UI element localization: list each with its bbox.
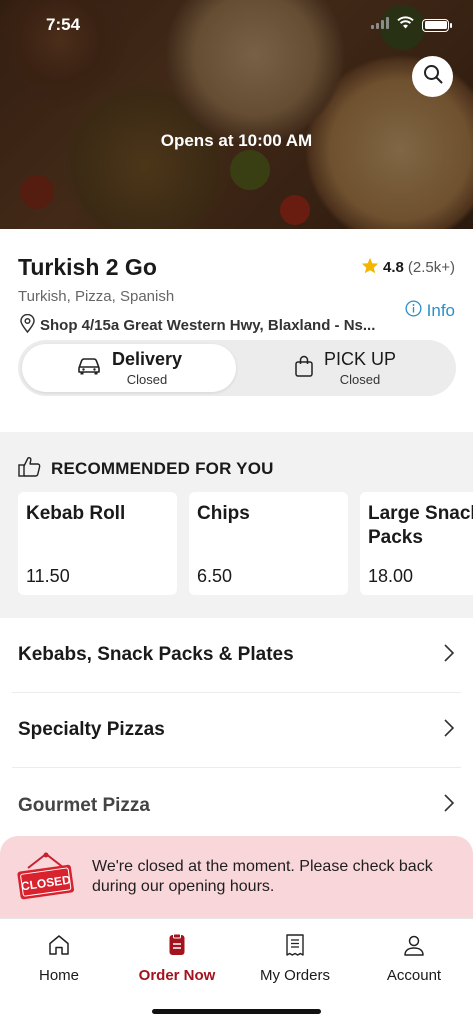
chevron-right-icon: [443, 793, 455, 818]
item-name: Large Snack Packs: [368, 503, 473, 548]
car-icon: [76, 356, 102, 381]
recommended-title: RECOMMENDED FOR YOU: [51, 459, 274, 478]
order-mode-toggle: Delivery Closed PICK UP Closed: [18, 340, 456, 396]
home-indicator: [152, 1009, 321, 1014]
battery-icon: [422, 18, 452, 32]
delivery-status: Closed: [126, 372, 168, 387]
nav-order-now[interactable]: Order Now: [118, 933, 236, 984]
item-price: 18.00: [368, 566, 414, 586]
restaurant-address: Shop 4/15a Great Western Hwy, Blaxland -…: [19, 313, 376, 337]
menu-category-row[interactable]: Specialty Pizzas: [12, 693, 461, 768]
wifi-icon: [397, 16, 414, 34]
status-icons: [371, 16, 452, 34]
closed-message: We're closed at the moment. Please check…: [92, 858, 433, 895]
cuisine-list: Turkish, Pizza, Spanish: [18, 288, 175, 305]
nav-label: Order Now: [138, 967, 216, 984]
closed-sign-icon: CLOSED: [17, 852, 75, 900]
nav-label: Home: [38, 967, 79, 984]
chevron-right-icon: [443, 643, 455, 668]
info-label: Info: [426, 301, 455, 320]
rating-count: (2.5k+): [407, 259, 455, 276]
menu-category-row[interactable]: Gourmet Pizza: [12, 768, 461, 843]
item-price: 11.50: [26, 566, 70, 586]
category-label: Gourmet Pizza: [18, 794, 150, 816]
category-label: Kebabs, Snack Packs & Plates: [18, 644, 294, 665]
rating-value: 4.8: [383, 259, 404, 276]
status-time: 7:54: [46, 15, 81, 34]
recommended-item-card[interactable]: Kebab Roll 11.50: [18, 492, 177, 595]
location-pin-icon: [19, 313, 36, 337]
recommended-item-card[interactable]: Chips 6.50: [189, 492, 348, 595]
info-button[interactable]: Info: [405, 300, 455, 322]
chevron-right-icon: [443, 718, 455, 743]
nav-account[interactable]: Account: [355, 933, 473, 984]
signal-icon: [371, 16, 389, 34]
home-icon: [47, 933, 71, 961]
nav-label: Account: [386, 967, 442, 984]
nav-home[interactable]: Home: [0, 933, 118, 984]
search-icon: [423, 64, 443, 89]
shopping-bag-icon: [294, 355, 314, 382]
pickup-status: Closed: [339, 372, 381, 387]
search-button[interactable]: [412, 56, 453, 97]
category-label: Specialty Pizzas: [18, 719, 165, 740]
delivery-option[interactable]: Delivery Closed: [22, 344, 236, 392]
item-name: Chips: [197, 503, 250, 524]
recommended-section: RECOMMENDED FOR YOU Kebab Roll 11.50 Chi…: [0, 432, 473, 618]
hero-banner: 7:54 Opens at 10:00 AM: [0, 0, 473, 229]
closed-banner: CLOSED We're closed at the moment. Pleas…: [0, 836, 473, 918]
recommended-header: RECOMMENDED FOR YOU: [18, 456, 274, 482]
account-icon: [402, 933, 426, 961]
info-icon: [405, 300, 422, 322]
pickup-option[interactable]: PICK UP Closed: [238, 344, 452, 392]
star-icon: [361, 257, 379, 278]
recommended-item-card[interactable]: Large Snack Packs 18.00: [360, 492, 473, 595]
nav-label: My Orders: [259, 967, 330, 984]
menu-category-row[interactable]: Kebabs, Snack Packs & Plates: [12, 618, 461, 693]
thumbs-up-icon: [18, 456, 41, 482]
receipt-icon: [283, 933, 307, 961]
rating: 4.8 (2.5k+): [361, 257, 455, 278]
item-price: 6.50: [197, 566, 233, 586]
order-icon: [165, 933, 189, 961]
item-name: Kebab Roll: [26, 503, 126, 524]
delivery-label: Delivery: [111, 349, 183, 369]
nav-my-orders[interactable]: My Orders: [236, 933, 354, 984]
address-text: Shop 4/15a Great Western Hwy, Blaxland -…: [40, 317, 376, 334]
pickup-label: PICK UP: [323, 349, 397, 369]
opening-time-text: Opens at 10:00 AM: [160, 131, 313, 150]
restaurant-name: Turkish 2 Go: [18, 254, 157, 280]
